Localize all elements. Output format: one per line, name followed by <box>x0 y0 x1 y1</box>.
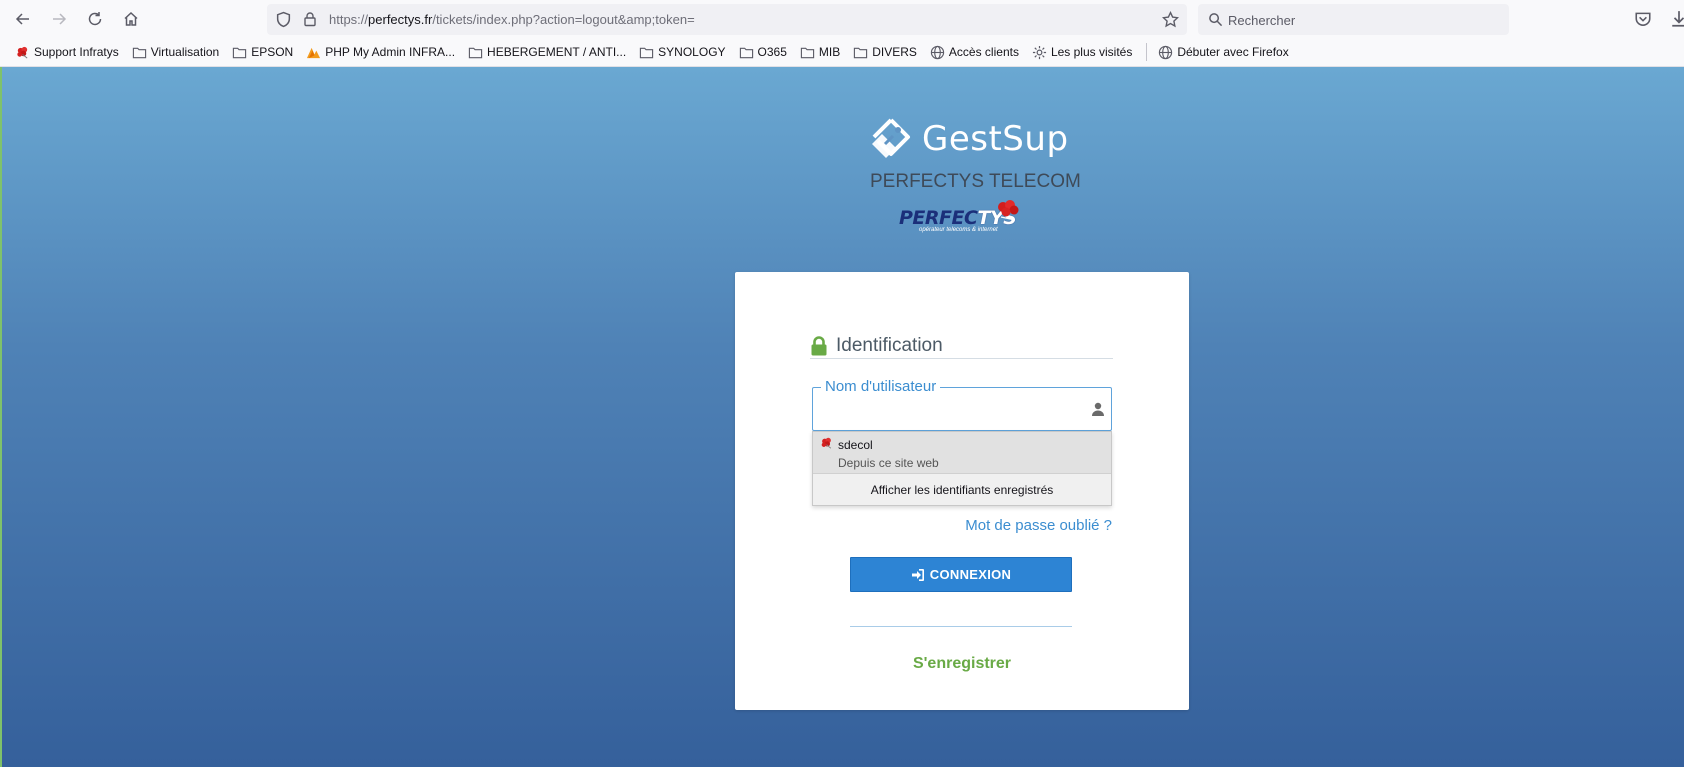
login-page: GestSup PERFECTYS TELECOM PERFECTYS opér… <box>0 67 1684 767</box>
register-link[interactable]: S'enregistrer <box>735 655 1189 673</box>
download-icon[interactable] <box>1670 10 1684 28</box>
bookmark-label: DIVERS <box>872 45 917 59</box>
bookmark-les-plus-visites[interactable]: Les plus visités <box>1027 41 1137 63</box>
folder-icon <box>132 45 147 60</box>
gestsup-logo-icon <box>872 118 910 158</box>
folder-icon <box>739 45 754 60</box>
divider <box>850 626 1072 627</box>
folder-icon <box>468 45 483 60</box>
saved-login-source: Depuis ce site web <box>838 456 939 470</box>
lock-icon <box>811 336 827 356</box>
connexion-label: CONNEXION <box>929 567 1012 582</box>
pocket-icon[interactable] <box>1634 10 1652 28</box>
sign-in-icon <box>911 568 924 581</box>
bookmark-label: O365 <box>757 45 787 59</box>
bookmark-label: Accès clients <box>948 45 1019 59</box>
folder-icon <box>232 45 247 60</box>
bookmark-label: Les plus visités <box>1050 45 1133 59</box>
folder-icon <box>853 45 868 60</box>
bookmark-label: PHP My Admin INFRA... <box>325 45 456 59</box>
globe-icon <box>930 45 945 60</box>
arrow-right-icon <box>53 13 67 25</box>
bookmark-label: Virtualisation <box>150 45 220 59</box>
forgot-password-link[interactable]: Mot de passe oublié ? <box>965 517 1112 534</box>
bookmark-o365[interactable]: O365 <box>734 41 792 63</box>
bookmarks-toolbar: Support Infratys Virtualisation EPSON PH… <box>0 38 1684 67</box>
bookmark-phpmyadmin[interactable]: PHP My Admin INFRA... <box>301 41 460 63</box>
home-icon <box>124 11 138 26</box>
bookmark-support-infratys[interactable]: Support Infratys <box>10 41 124 63</box>
login-title: Identification <box>836 335 943 356</box>
url-path: /tickets/index.php?action=logout&amp;tok… <box>432 12 695 27</box>
company-name: PERFECTYS TELECOM <box>870 171 1081 192</box>
folder-icon <box>639 45 654 60</box>
bookmark-label: Support Infratys <box>34 45 119 59</box>
perfectys-flower-icon <box>821 437 832 449</box>
login-card: Identification Nom d'utilisateur sdecol … <box>735 272 1189 710</box>
forward-button[interactable] <box>45 5 73 33</box>
search-icon <box>1209 13 1223 27</box>
back-button[interactable] <box>9 5 37 33</box>
bookmark-virtualisation[interactable]: Virtualisation <box>127 41 224 63</box>
bookmark-label: MIB <box>818 45 841 59</box>
browser-toolbar: https://perfectys.fr/tickets/index.php?a… <box>0 0 1684 38</box>
tracking-shield-icon[interactable] <box>275 11 292 28</box>
perfectys-flower-icon <box>15 45 30 60</box>
reload-icon <box>88 12 102 26</box>
bookmark-divers[interactable]: DIVERS <box>848 41 922 63</box>
url-scheme: https:// <box>329 12 369 27</box>
reload-button[interactable] <box>81 5 109 33</box>
autocomplete-popup: sdecol Depuis ce site web Afficher les i… <box>812 431 1112 506</box>
bookmark-epson[interactable]: EPSON <box>227 41 298 63</box>
bookmark-hebergement[interactable]: HEBERGEMENT / ANTI... <box>463 41 631 63</box>
folder-icon <box>800 45 815 60</box>
bookmark-star-icon[interactable] <box>1162 11 1179 28</box>
user-icon <box>1092 402 1104 416</box>
url-text[interactable]: https://perfectys.fr/tickets/index.php?a… <box>329 12 695 27</box>
url-domain: perfectys.fr <box>368 12 433 27</box>
app-name: GestSup <box>922 119 1069 159</box>
search-bar[interactable] <box>1198 4 1509 35</box>
bookmark-mib[interactable]: MIB <box>795 41 845 63</box>
show-saved-logins-button[interactable]: Afficher les identifiants enregistrés <box>813 475 1111 505</box>
bookmark-label: HEBERGEMENT / ANTI... <box>487 45 627 59</box>
username-fieldset[interactable]: Nom d'utilisateur <box>812 378 1112 431</box>
saved-login-item[interactable]: sdecol Depuis ce site web <box>813 432 1111 474</box>
arrow-left-icon <box>15 13 29 25</box>
home-button[interactable] <box>117 5 145 33</box>
bookmark-separator <box>1146 43 1148 61</box>
bookmark-debuter-firefox[interactable]: Débuter avec Firefox <box>1153 41 1293 63</box>
search-input[interactable] <box>1228 10 1498 30</box>
connexion-button[interactable]: CONNEXION <box>850 557 1072 592</box>
globe-icon <box>1158 45 1173 60</box>
perfectys-tagline: opérateur telecoms & internet <box>919 227 998 233</box>
username-input[interactable] <box>821 398 1071 422</box>
gestsup-brand: GestSup <box>868 114 1069 164</box>
bookmark-label: Débuter avec Firefox <box>1177 45 1289 59</box>
perfectys-flower-icon <box>998 200 1019 221</box>
bookmark-synology[interactable]: SYNOLOGY <box>634 41 730 63</box>
username-legend: Nom d'utilisateur <box>821 378 941 396</box>
lock-icon[interactable] <box>302 11 318 27</box>
bookmark-label: EPSON <box>251 45 294 59</box>
url-bar[interactable]: https://perfectys.fr/tickets/index.php?a… <box>267 4 1187 35</box>
bookmark-acces-clients[interactable]: Accès clients <box>925 41 1024 63</box>
saved-username: sdecol <box>838 438 873 452</box>
perfectys-logo: PERFECTYS opérateur telecoms & internet <box>899 200 1025 236</box>
bookmark-label: SYNOLOGY <box>658 45 726 59</box>
phpmyadmin-icon <box>306 45 321 60</box>
login-heading: Identification <box>810 335 1113 359</box>
gear-icon <box>1032 45 1047 60</box>
